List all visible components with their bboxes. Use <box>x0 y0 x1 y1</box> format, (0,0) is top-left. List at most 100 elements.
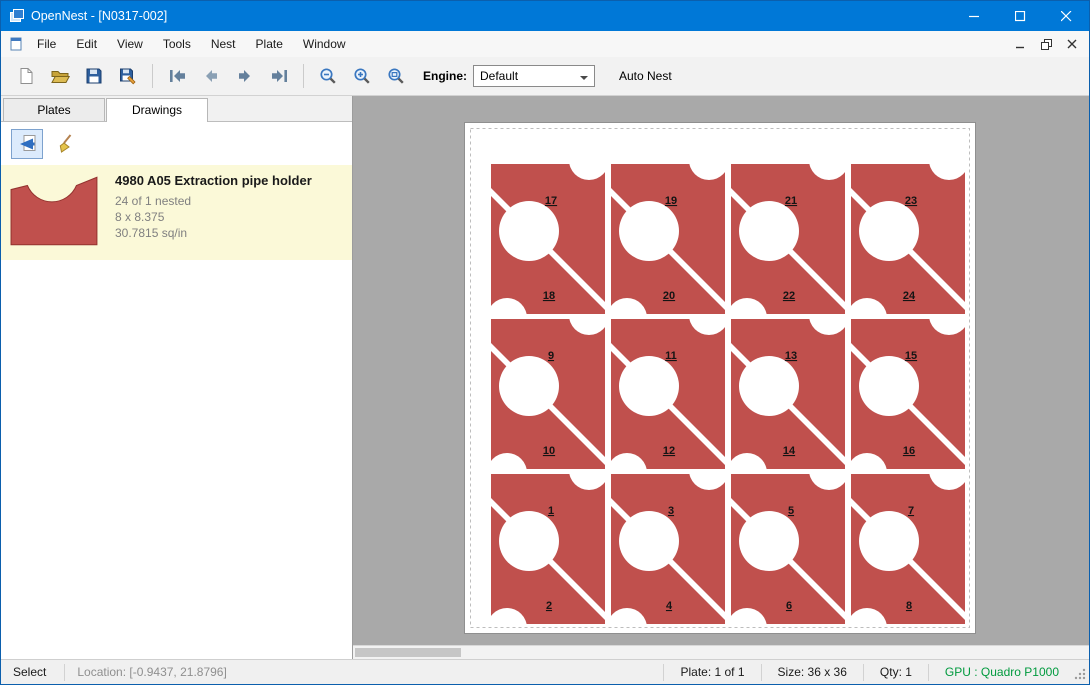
auto-nest-button[interactable]: Auto Nest <box>611 64 680 88</box>
part-number-label: 15 <box>905 350 917 362</box>
part-number-label: 3 <box>668 505 674 517</box>
app-icon <box>9 8 25 24</box>
nav-prev-button[interactable] <box>194 60 228 92</box>
nav-next-icon <box>236 67 254 85</box>
nav-next-button[interactable] <box>228 60 262 92</box>
engine-select[interactable]: Default <box>473 65 595 87</box>
open-file-icon <box>51 67 70 85</box>
zoom-in-button[interactable] <box>345 60 379 92</box>
part-number-label: 17 <box>545 195 557 207</box>
zoom-out-button[interactable] <box>311 60 345 92</box>
minimize-button[interactable] <box>951 1 997 31</box>
engine-label: Engine: <box>423 69 467 83</box>
open-button[interactable] <box>43 60 77 92</box>
mdi-restore-button[interactable] <box>1035 34 1057 54</box>
load-drawing-icon <box>16 133 38 155</box>
mdi-close-button[interactable] <box>1061 34 1083 54</box>
part-number-label: 20 <box>663 290 675 302</box>
status-separator <box>64 664 65 681</box>
part-number-label: 2 <box>546 600 552 612</box>
part-number-label: 18 <box>543 290 555 302</box>
menu-item-tools[interactable]: Tools <box>153 32 201 56</box>
zoom-fit-icon <box>387 67 405 85</box>
nav-last-button[interactable] <box>262 60 296 92</box>
main-toolbar: Engine: Default Auto Nest <box>1 57 1089 96</box>
status-location: Location: [-0.9437, 21.8796] <box>71 665 232 679</box>
drawings-list-empty-area <box>1 260 352 659</box>
maximize-button[interactable] <box>997 1 1043 31</box>
status-qty: Qty: 1 <box>870 665 922 679</box>
status-gpu: GPU : Quadro P1000 <box>935 665 1069 679</box>
drawings-toolbar <box>1 122 352 165</box>
status-separator <box>663 664 664 681</box>
part-number-label: 10 <box>543 445 555 457</box>
part-number-label: 5 <box>788 505 794 517</box>
part-number-label: 19 <box>665 195 677 207</box>
maximize-icon <box>1015 11 1026 22</box>
clean-button[interactable] <box>51 129 83 159</box>
zoom-fit-button[interactable] <box>379 60 413 92</box>
new-button[interactable] <box>9 60 43 92</box>
part-number-label: 1 <box>548 505 554 517</box>
app-window: OpenNest - [N0317-002] File Edit View To… <box>0 0 1090 685</box>
save-edit-icon <box>119 67 138 85</box>
content-area: Plates Drawings <box>1 96 1089 659</box>
size-grip-icon[interactable] <box>1073 667 1087 684</box>
mdi-doc-icon[interactable] <box>9 37 23 51</box>
status-plate: Plate: 1 of 1 <box>670 665 754 679</box>
zoom-out-icon <box>319 67 337 85</box>
title-bar: OpenNest - [N0317-002] <box>1 1 1089 31</box>
tab-plates[interactable]: Plates <box>3 98 105 121</box>
menu-item-window[interactable]: Window <box>293 32 356 56</box>
close-icon <box>1067 39 1077 49</box>
status-size: Size: 36 x 36 <box>768 665 857 679</box>
drawing-title: 4980 A05 Extraction pipe holder <box>115 173 312 188</box>
drawing-size: 8 x 8.375 <box>115 209 312 225</box>
status-separator <box>761 664 762 681</box>
tab-drawings[interactable]: Drawings <box>106 98 208 122</box>
plate[interactable]: 171819202122232491011121314151612345678 <box>464 122 976 634</box>
save-edit-button[interactable] <box>111 60 145 92</box>
close-icon <box>1061 11 1072 22</box>
scrollbar-thumb[interactable] <box>355 648 461 657</box>
status-mode: Select <box>1 665 58 679</box>
menu-item-plate[interactable]: Plate <box>246 32 293 56</box>
window-title: OpenNest - [N0317-002] <box>31 9 167 23</box>
menu-item-file[interactable]: File <box>27 32 66 56</box>
part-number-label: 22 <box>783 290 795 302</box>
minimize-icon <box>1015 39 1025 49</box>
menu-item-edit[interactable]: Edit <box>66 32 107 56</box>
nest-canvas[interactable]: 171819202122232491011121314151612345678 <box>353 96 1089 659</box>
menu-item-view[interactable]: View <box>107 32 153 56</box>
mdi-minimize-button[interactable] <box>1009 34 1031 54</box>
drawing-nested-count: 24 of 1 nested <box>115 193 312 209</box>
sidebar-tabs: Plates Drawings <box>1 96 352 122</box>
new-file-icon <box>17 67 35 85</box>
sidebar: Plates Drawings <box>1 96 353 659</box>
minimize-icon <box>969 11 980 22</box>
part-number-label: 7 <box>908 505 914 517</box>
part-number-label: 13 <box>785 350 797 362</box>
part-number-label: 12 <box>663 445 675 457</box>
engine-selected-value: Default <box>480 69 580 83</box>
nav-first-button[interactable] <box>160 60 194 92</box>
drawing-area: 30.7815 sq/in <box>115 225 312 241</box>
status-separator <box>863 664 864 681</box>
status-separator <box>928 664 929 681</box>
drawing-list-item[interactable]: 4980 A05 Extraction pipe holder 24 of 1 … <box>1 165 352 260</box>
part-number-label: 8 <box>906 600 912 612</box>
clean-icon <box>56 133 78 155</box>
part-number-label: 4 <box>666 600 673 612</box>
load-drawing-button[interactable] <box>11 129 43 159</box>
menu-item-nest[interactable]: Nest <box>201 32 246 56</box>
menu-bar: File Edit View Tools Nest Plate Window <box>1 31 1089 57</box>
part-number-label: 6 <box>786 600 792 612</box>
save-button[interactable] <box>77 60 111 92</box>
save-icon <box>85 67 103 85</box>
close-button[interactable] <box>1043 1 1089 31</box>
horizontal-scrollbar[interactable] <box>353 645 1089 659</box>
part-number-label: 23 <box>905 195 917 207</box>
nav-last-icon <box>270 67 289 85</box>
part-number-label: 14 <box>783 445 796 457</box>
part-number-label: 24 <box>903 290 916 302</box>
